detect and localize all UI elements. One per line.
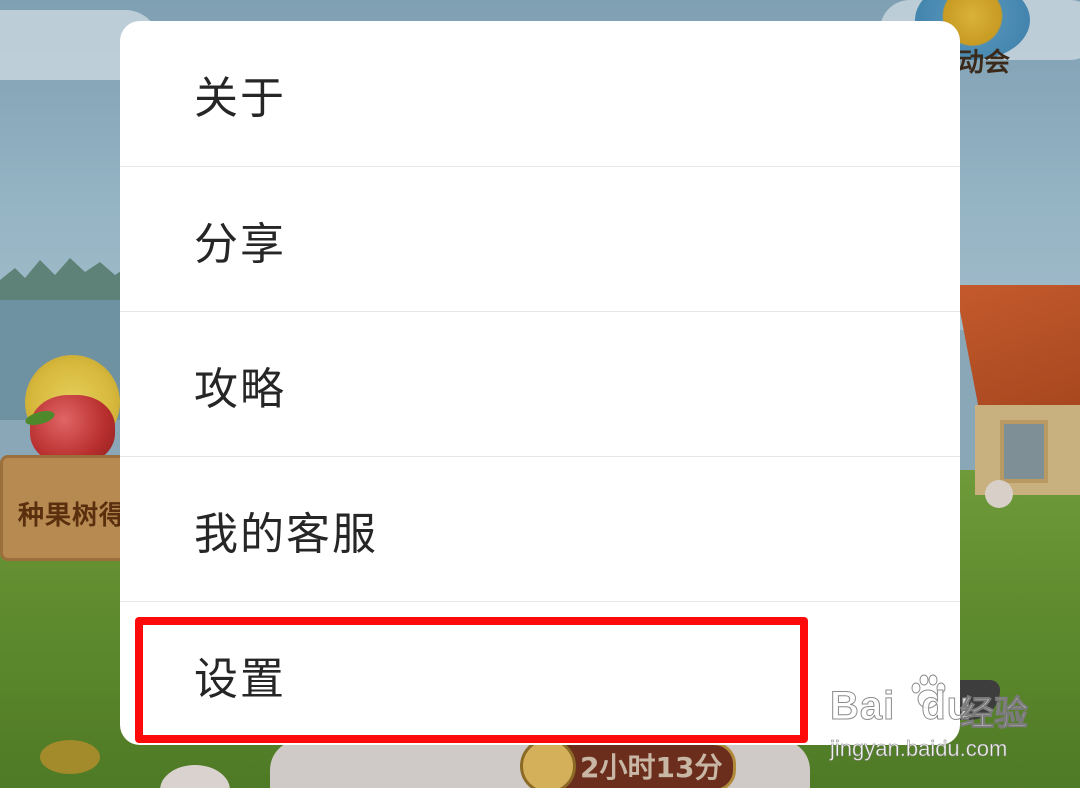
house-window — [1000, 420, 1048, 483]
overflow-menu: 关于 分享 攻略 我的客服 设置 — [120, 21, 960, 745]
house-roof — [955, 285, 1080, 415]
menu-item-settings[interactable]: 设置 — [120, 602, 960, 745]
menu-item-label: 关于 — [194, 72, 286, 124]
fruit-box-label: 种果树得 — [18, 501, 127, 531]
event-label: 动会 — [958, 48, 1011, 78]
clock-icon — [520, 738, 576, 788]
menu-item-guide[interactable]: 攻略 — [120, 312, 960, 457]
snail-icon — [40, 740, 100, 774]
menu-item-label: 设置 — [194, 653, 286, 705]
menu-item-customer-service[interactable]: 我的客服 — [120, 457, 960, 602]
menu-item-share[interactable]: 分享 — [120, 167, 960, 312]
flower-icon — [985, 480, 1013, 508]
menu-item-label: 攻略 — [194, 363, 286, 415]
timer-text: 2小时13分 — [580, 751, 723, 784]
menu-item-label: 分享 — [194, 218, 286, 270]
menu-item-about[interactable]: 关于 — [120, 21, 960, 166]
menu-item-label: 我的客服 — [194, 508, 378, 560]
